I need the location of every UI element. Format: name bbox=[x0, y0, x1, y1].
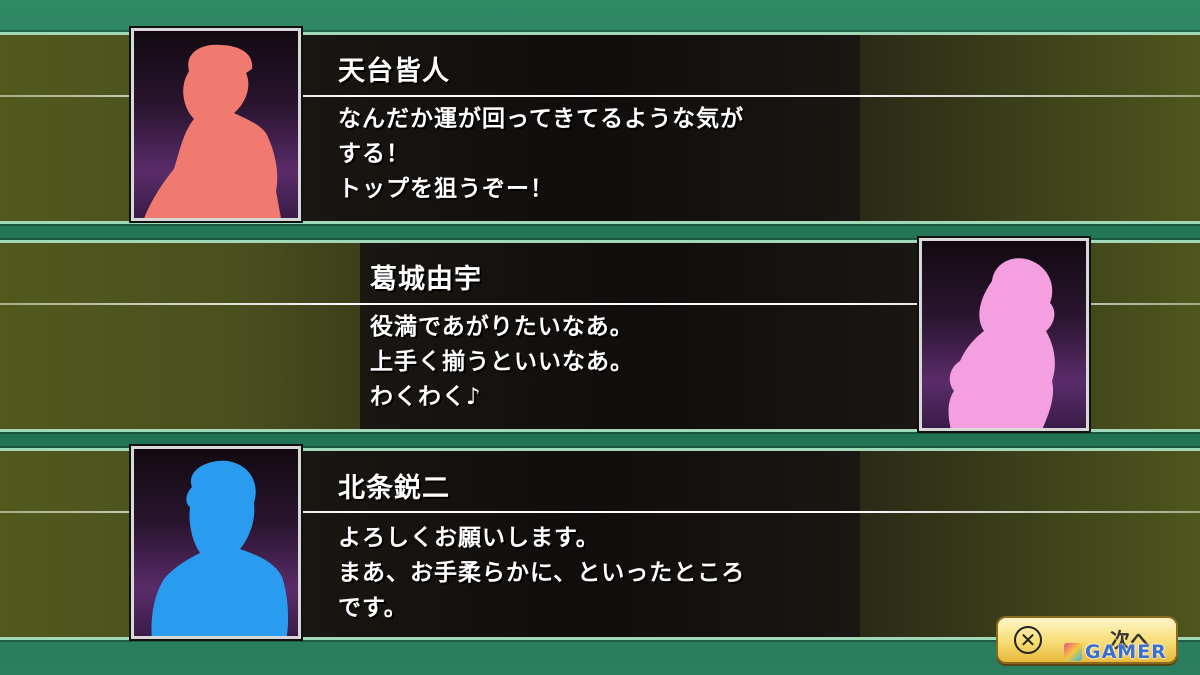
portrait-amadai bbox=[131, 28, 301, 221]
gamer-logo-icon bbox=[1064, 643, 1082, 661]
dialogue-line: する！ bbox=[338, 140, 410, 167]
silhouette-girl-icon bbox=[948, 258, 1055, 428]
dialogue-line: トップを狙うぞー！ bbox=[338, 175, 554, 202]
cross-button-icon: ✕ bbox=[1014, 626, 1042, 654]
dialogue-text-3: よろしくお願いします。 まあ、お手柔らかに、といったところ です。 bbox=[338, 520, 745, 625]
dialogue-line: なんだか運が回ってきてるような気が bbox=[338, 105, 745, 132]
dialogue-line: わくわく♪ bbox=[370, 383, 482, 410]
speaker-name-1: 天台皆人 bbox=[338, 56, 450, 87]
portrait-katsuragi bbox=[919, 238, 1089, 431]
dialogue-line: まあ、お手柔らかに、といったところ bbox=[338, 559, 746, 586]
dialogue-line: よろしくお願いします。 bbox=[338, 524, 600, 551]
portrait-hojo bbox=[131, 446, 301, 639]
dialogue-line: 役満であがりたいなあ。 bbox=[370, 313, 634, 340]
dialogue-text-2: 役満であがりたいなあ。 上手く揃うといいなあ。 わくわく♪ bbox=[370, 309, 634, 414]
dialogue-line: 上手く揃うといいなあ。 bbox=[370, 348, 634, 375]
speaker-name-2: 葛城由宇 bbox=[370, 264, 482, 295]
gamer-watermark: GAMER bbox=[1064, 641, 1167, 663]
speaker-name-3: 北条鋭二 bbox=[338, 473, 450, 504]
dialogue-line: です。 bbox=[338, 594, 408, 621]
dialogue-text-1: なんだか運が回ってきてるような気が する！ トップを狙うぞー！ bbox=[338, 101, 744, 206]
silhouette-man-icon bbox=[151, 460, 289, 636]
silhouette-boy-icon bbox=[144, 44, 281, 218]
watermark-text: GAMER bbox=[1085, 641, 1167, 663]
